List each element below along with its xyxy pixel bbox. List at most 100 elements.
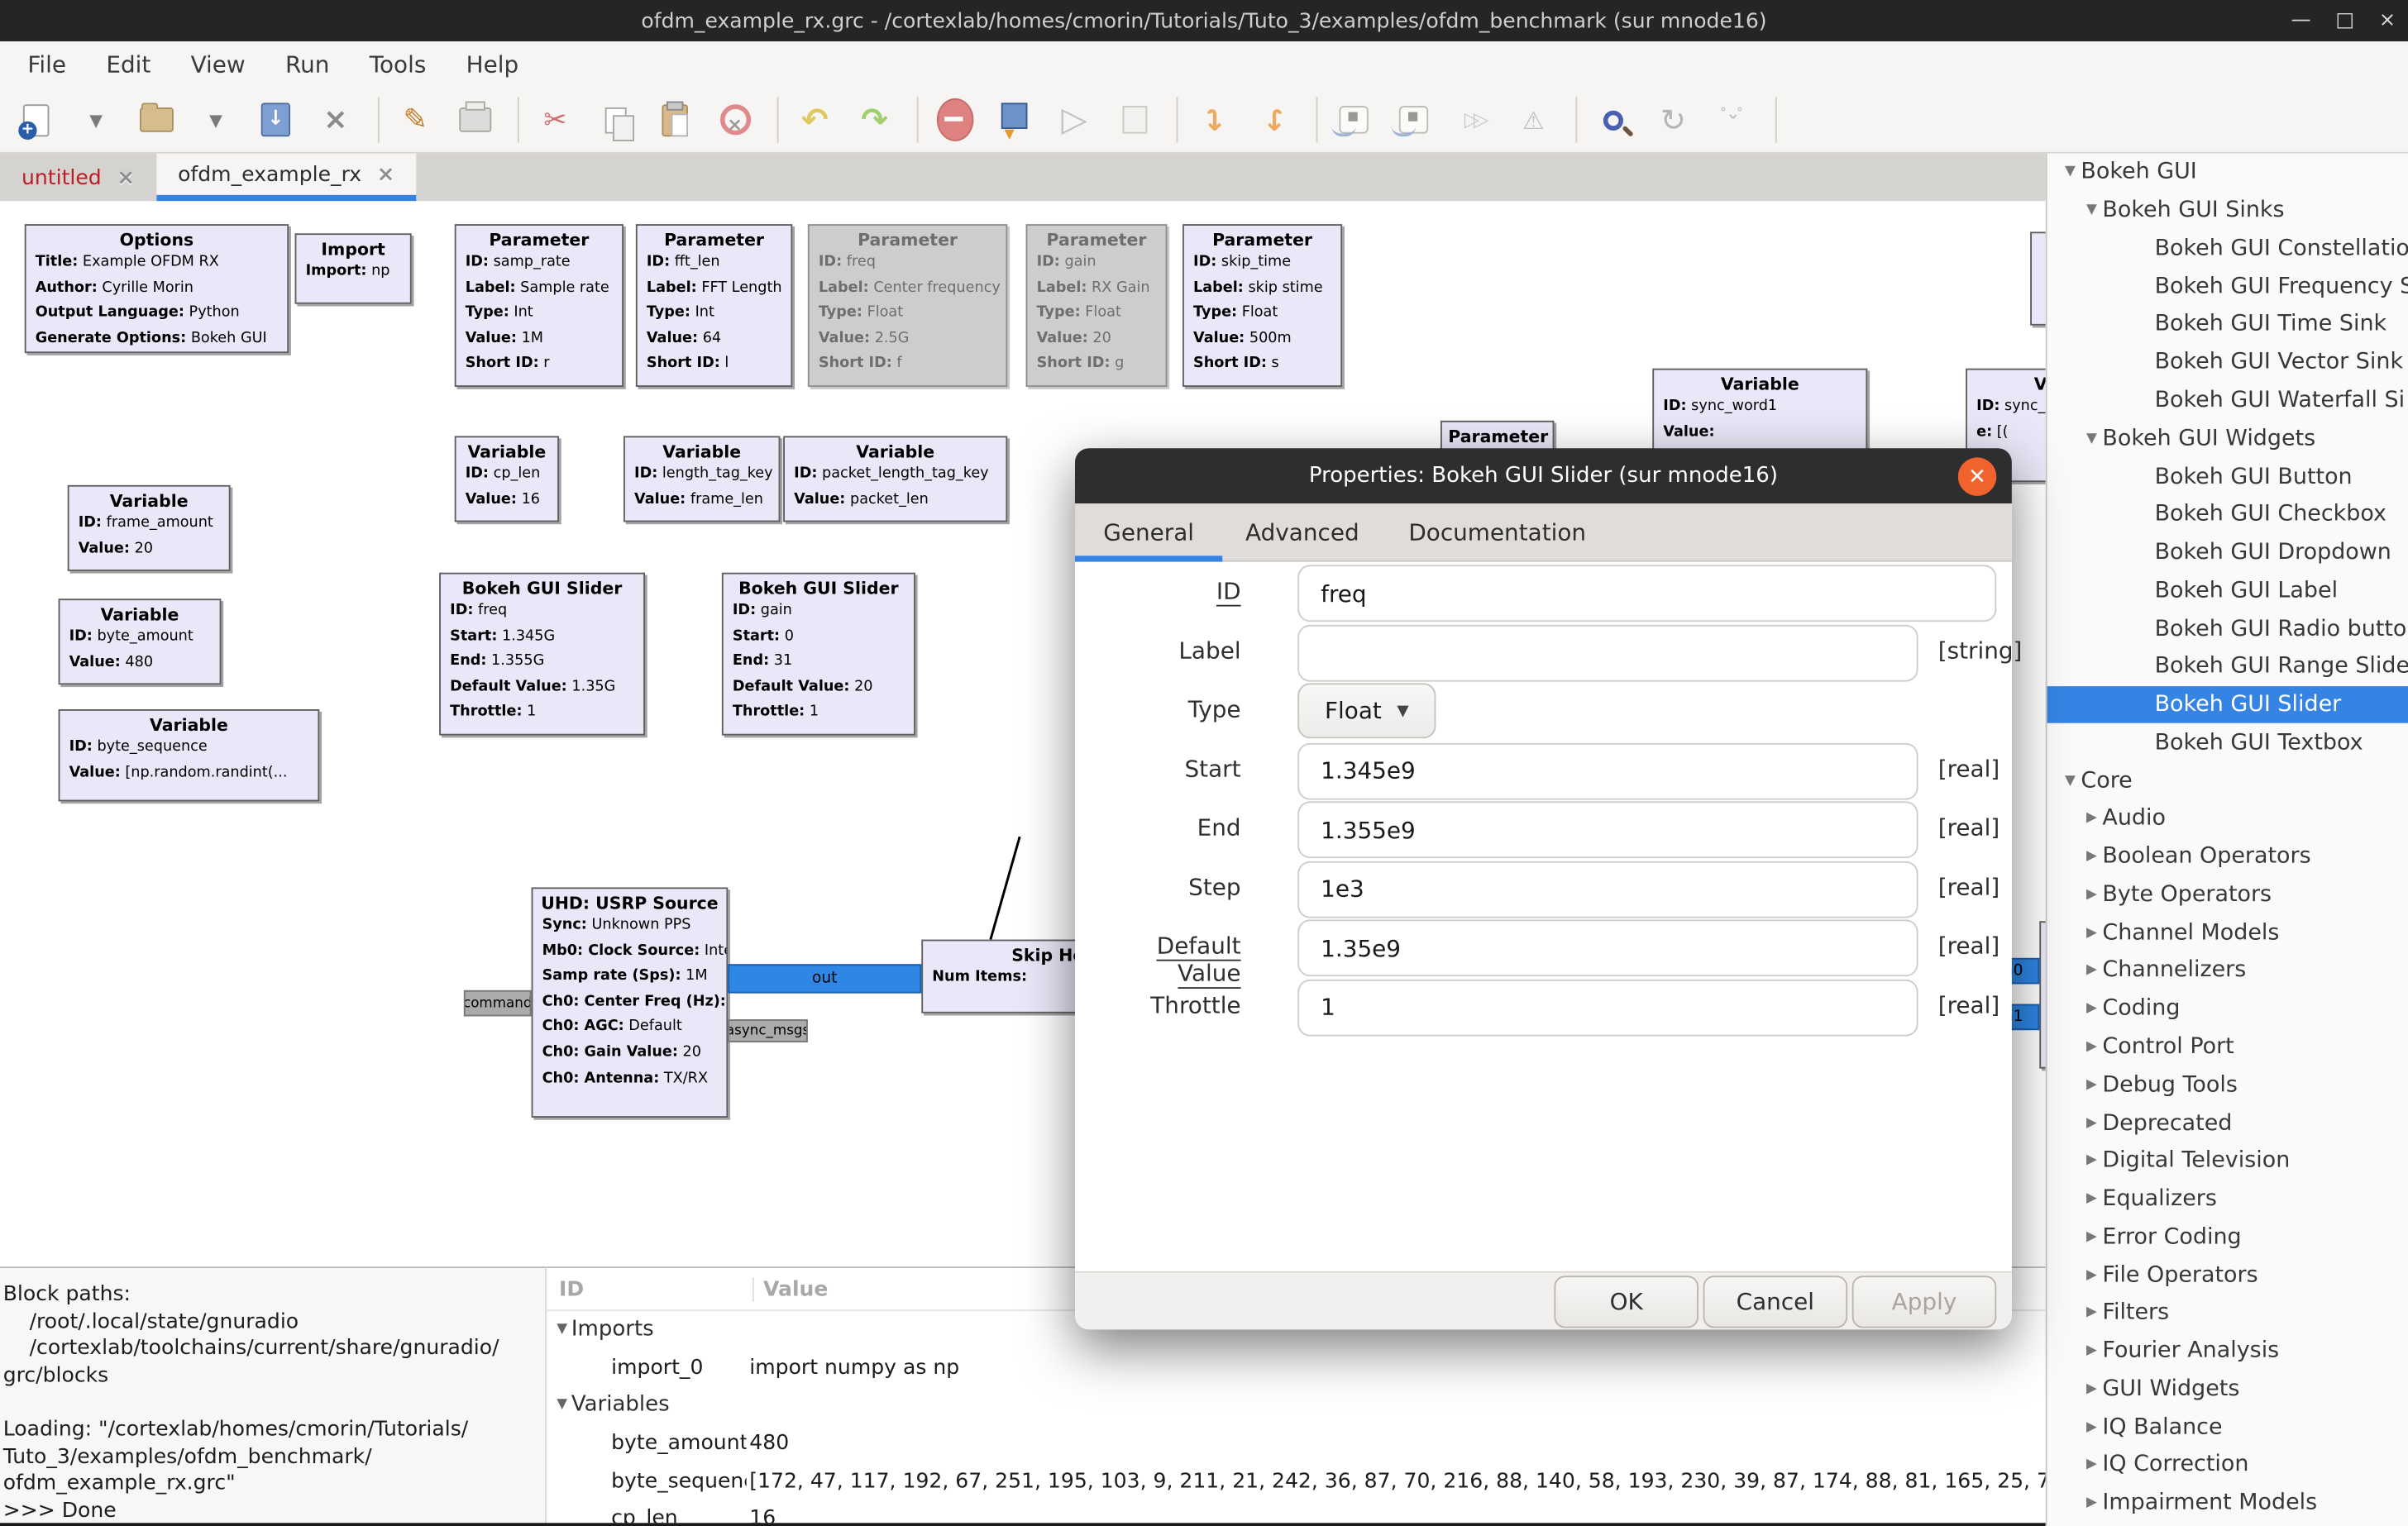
block-param-freq[interactable]: ParameterID: freqLabel: Center frequency…	[808, 224, 1007, 387]
default-value-input[interactable]: 1.35e9	[1297, 919, 1918, 976]
toggle-source-bus-icon[interactable]	[1333, 98, 1374, 141]
edit-properties-icon[interactable]: ✎	[394, 98, 436, 141]
sidebar-item-deprecated[interactable]: ▶Deprecated	[2047, 1104, 2408, 1142]
dialog-titlebar[interactable]: Properties: Bokeh GUI Slider (sur mnode1…	[1075, 448, 2012, 503]
sidebar-item-bokeh-gui-label[interactable]: Bokeh GUI Label	[2047, 572, 2408, 610]
sidebar-item-bokeh-gui-waterfall-si[interactable]: Bokeh GUI Waterfall Si	[2047, 382, 2408, 420]
table-group-variables[interactable]: ▼Variables	[547, 1386, 2046, 1424]
sidebar-item-filters[interactable]: ▶Filters	[2047, 1295, 2408, 1333]
block-param-samp-rate[interactable]: ParameterID: samp_rateLabel: Sample rate…	[455, 224, 624, 387]
tree-collapsed-icon[interactable]: ▶	[2081, 849, 2102, 865]
port-command[interactable]: command	[464, 990, 532, 1017]
block-import[interactable]: ImportImport: np	[295, 233, 412, 303]
maximize-window-button[interactable]: □	[2335, 9, 2354, 32]
table-row[interactable]: byte_sequence[172, 47, 117, 192, 67, 251…	[547, 1462, 2046, 1500]
new-flowgraph-icon[interactable]: +	[16, 98, 57, 141]
screenshot-icon[interactable]	[455, 98, 496, 141]
tree-collapsed-icon[interactable]: ▶	[2081, 1457, 2102, 1473]
type-dropdown[interactable]: Float▼	[1297, 683, 1436, 738]
start-input[interactable]: 1.345e9	[1297, 742, 1918, 799]
paste-icon[interactable]	[654, 98, 695, 141]
tree-expanded-icon[interactable]: ▼	[2081, 203, 2102, 218]
sidebar-item-fourier-analysis[interactable]: ▶Fourier Analysis	[2047, 1333, 2408, 1371]
sidebar-item-gui-widgets[interactable]: ▶GUI Widgets	[2047, 1371, 2408, 1409]
block-param-skip-time[interactable]: ParameterID: skip_timeLabel: skip stimeT…	[1182, 224, 1342, 387]
dialog-tab-advanced[interactable]: Advanced	[1222, 503, 1382, 560]
sidebar-item-bokeh-gui-sinks[interactable]: ▼Bokeh GUI Sinks	[2047, 192, 2408, 230]
titlebar[interactable]: ofdm_example_rx.grc - /cortexlab/homes/c…	[0, 0, 2408, 41]
tree-collapsed-icon[interactable]: ▶	[2081, 811, 2102, 827]
table-row[interactable]: byte_amount480	[547, 1424, 2046, 1462]
tree-collapsed-icon[interactable]: ▶	[2081, 1001, 2102, 1017]
tree-collapsed-icon[interactable]: ▶	[2081, 1495, 2102, 1511]
sidebar-item-impairment-models[interactable]: ▶Impairment Models	[2047, 1484, 2408, 1522]
id-input[interactable]: freq	[1297, 565, 1996, 622]
undo-icon[interactable]: ↶	[794, 98, 835, 141]
block-bokeh-slider-gain[interactable]: Bokeh GUI SliderID: gainStart: 0End: 31D…	[722, 573, 915, 736]
tree-collapsed-icon[interactable]: ▶	[2081, 1343, 2102, 1359]
toggle-sink-bus-icon[interactable]	[1393, 98, 1434, 141]
sidebar-item-bokeh-gui-vector-sink[interactable]: Bokeh GUI Vector Sink	[2047, 344, 2408, 382]
tab-ofdm_example_rx[interactable]: ofdm_example_rx×	[156, 154, 416, 202]
sidebar-item-byte-operators[interactable]: ▶Byte Operators	[2047, 876, 2408, 914]
menu-view[interactable]: View	[191, 50, 265, 78]
block-var-cp-len[interactable]: VariableID: cp_lenValue: 16	[455, 436, 559, 522]
tree-collapsed-icon[interactable]: ▶	[2081, 1039, 2102, 1055]
sidebar-item-coding[interactable]: ▶Coding	[2047, 990, 2408, 1028]
sidebar-item-file-operators[interactable]: ▶File Operators	[2047, 1257, 2408, 1295]
enable-block-icon[interactable]	[994, 98, 1035, 141]
close-window-button[interactable]: ×	[2379, 9, 2396, 32]
dialog-close-button[interactable]: ✕	[1958, 457, 1996, 495]
table-row[interactable]: import_0import numpy as np	[547, 1349, 2046, 1387]
copy-icon[interactable]	[595, 98, 636, 141]
block-var-byte-amount[interactable]: VariableID: byte_amountValue: 480	[59, 598, 222, 684]
sidebar-item-bokeh-gui-range-slide[interactable]: Bokeh GUI Range Slide	[2047, 648, 2408, 686]
delete-icon[interactable]: ×	[714, 98, 756, 141]
tree-collapsed-icon[interactable]: ▶	[2081, 1077, 2102, 1093]
sidebar-item-bokeh-gui[interactable]: ▼Bokeh GUI	[2047, 154, 2408, 192]
port-out[interactable]: out	[728, 964, 921, 993]
cancel-button[interactable]: Cancel	[1703, 1275, 1848, 1327]
block-var-byte-sequence[interactable]: VariableID: byte_sequenceValue: [np.rand…	[59, 709, 320, 801]
sidebar-item-boolean-operators[interactable]: ▶Boolean Operators	[2047, 838, 2408, 876]
block-block-sliver[interactable]	[2030, 231, 2046, 325]
sidebar-item-bokeh-gui-dropdown[interactable]: Bokeh GUI Dropdown	[2047, 534, 2408, 572]
sidebar-item-bokeh-gui-textbox[interactable]: Bokeh GUI Textbox	[2047, 724, 2408, 762]
throttle-input[interactable]: 1	[1297, 979, 1918, 1036]
open-flowgraph-icon[interactable]	[135, 98, 176, 141]
sidebar-item-channelizers[interactable]: ▶Channelizers	[2047, 952, 2408, 990]
new-dropdown-icon[interactable]: ▼	[75, 98, 117, 141]
dialog-tab-general[interactable]: General	[1075, 503, 1222, 560]
sidebar-item-bokeh-gui-constellatio[interactable]: Bokeh GUI Constellatio	[2047, 230, 2408, 268]
run-flowgraph-icon[interactable]: ▷	[1054, 98, 1095, 141]
end-input[interactable]: 1.355e9	[1297, 801, 1918, 858]
tab-close-icon[interactable]: ×	[117, 165, 135, 190]
sidebar-item-error-coding[interactable]: ▶Error Coding	[2047, 1218, 2408, 1257]
stop-flowgraph-icon[interactable]	[1113, 98, 1154, 141]
sidebar-item-audio[interactable]: ▶Audio	[2047, 800, 2408, 838]
sidebar-item-debug-tools[interactable]: ▶Debug Tools	[2047, 1066, 2408, 1104]
tree-collapsed-icon[interactable]: ▶	[2081, 887, 2102, 903]
step-input[interactable]: 1e3	[1297, 861, 1918, 918]
show-errors-icon[interactable]: ⚠	[1512, 98, 1554, 141]
sidebar-item-digital-television[interactable]: ▶Digital Television	[2047, 1142, 2408, 1180]
apply-button[interactable]: Apply	[1852, 1275, 1997, 1327]
minimize-window-button[interactable]: —	[2291, 9, 2310, 32]
menu-file[interactable]: File	[27, 50, 86, 78]
close-document-icon[interactable]: ×	[315, 98, 356, 141]
tree-expanded-icon[interactable]: ▼	[553, 1323, 571, 1338]
rotate-cw-icon[interactable]: ↪	[1253, 98, 1294, 141]
tree-collapsed-icon[interactable]: ▶	[2081, 925, 2102, 941]
sidebar-item-bokeh-gui-checkbox[interactable]: Bokeh GUI Checkbox	[2047, 496, 2408, 534]
block-hidden-block-sliver[interactable]	[2039, 921, 2045, 1068]
menu-tools[interactable]: Tools	[370, 50, 447, 78]
label-input[interactable]	[1297, 624, 1918, 681]
sidebar-item-bokeh-gui-radio-butto[interactable]: Bokeh GUI Radio butto	[2047, 610, 2408, 648]
tree-expanded-icon[interactable]: ▼	[553, 1398, 571, 1414]
sidebar-item-bokeh-gui-time-sink[interactable]: Bokeh GUI Time Sink	[2047, 306, 2408, 344]
sidebar-item-iq-balance[interactable]: ▶IQ Balance	[2047, 1408, 2408, 1446]
rotate-ccw-icon[interactable]: ↩	[1193, 98, 1235, 141]
save-icon[interactable]: ↓	[255, 98, 296, 141]
tree-collapsed-icon[interactable]: ▶	[2081, 1419, 2102, 1435]
menu-help[interactable]: Help	[466, 50, 539, 78]
